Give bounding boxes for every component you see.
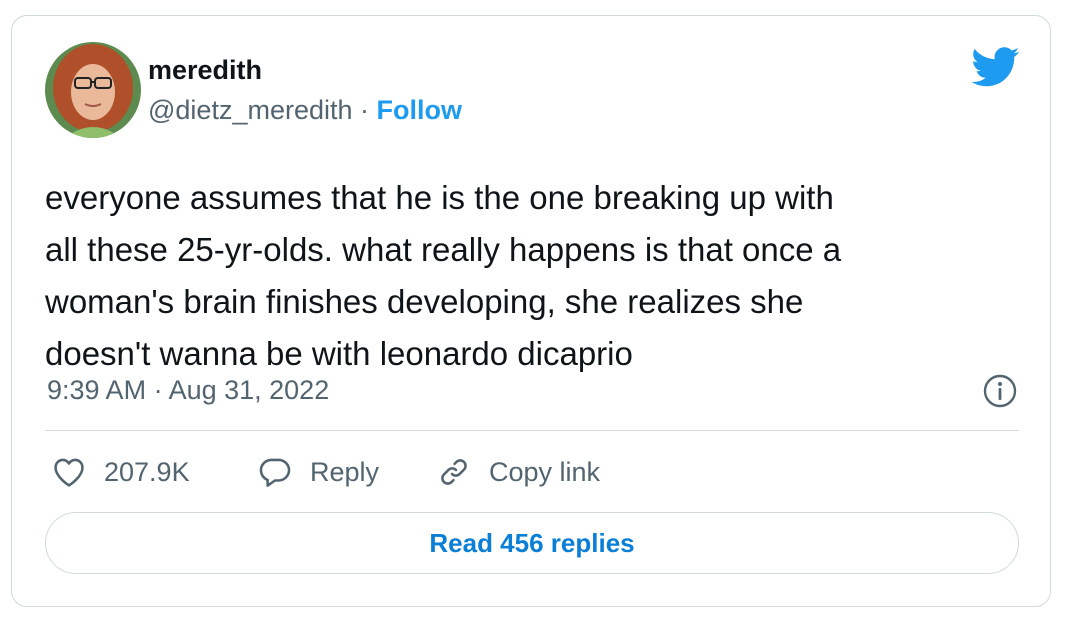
divider bbox=[45, 430, 1019, 431]
read-replies-button[interactable]: Read 456 replies bbox=[45, 512, 1019, 574]
tweet-line: everyone assumes that he is the one brea… bbox=[45, 179, 834, 216]
reply-button[interactable]: Reply bbox=[258, 454, 379, 490]
tweet-line: all these 25-yr-olds. what really happen… bbox=[45, 231, 842, 268]
tweet-line: doesn't wanna be with leonardo dicaprio bbox=[45, 335, 633, 372]
follow-button[interactable]: Follow bbox=[377, 95, 462, 125]
tweet-line: woman's brain finishes developing, she r… bbox=[45, 283, 804, 320]
reply-bubble-icon bbox=[259, 458, 291, 487]
heart-icon bbox=[54, 458, 84, 487]
copy-link-button[interactable]: Copy link bbox=[437, 454, 600, 490]
tweet-card: meredith @dietz_meredith · Follow everyo… bbox=[11, 15, 1051, 607]
twitter-bird-icon[interactable] bbox=[971, 47, 1020, 87]
info-icon[interactable] bbox=[982, 373, 1018, 409]
like-button[interactable]: 207.9K bbox=[52, 454, 190, 490]
avatar[interactable] bbox=[45, 42, 141, 138]
handle-separator: · bbox=[360, 95, 370, 125]
link-icon bbox=[441, 459, 467, 485]
reply-label: Reply bbox=[310, 456, 380, 487]
tweet-timestamp[interactable]: 9:39 AM · Aug 31, 2022 bbox=[47, 374, 329, 406]
author-handle-row: @dietz_meredith · Follow bbox=[148, 94, 462, 126]
tweet-text: everyone assumes that he is the one brea… bbox=[45, 172, 1035, 380]
author-name[interactable]: meredith bbox=[148, 54, 262, 86]
author-handle[interactable]: @dietz_meredith bbox=[148, 95, 353, 125]
copy-link-label: Copy link bbox=[489, 456, 601, 487]
like-count: 207.9K bbox=[104, 456, 190, 487]
